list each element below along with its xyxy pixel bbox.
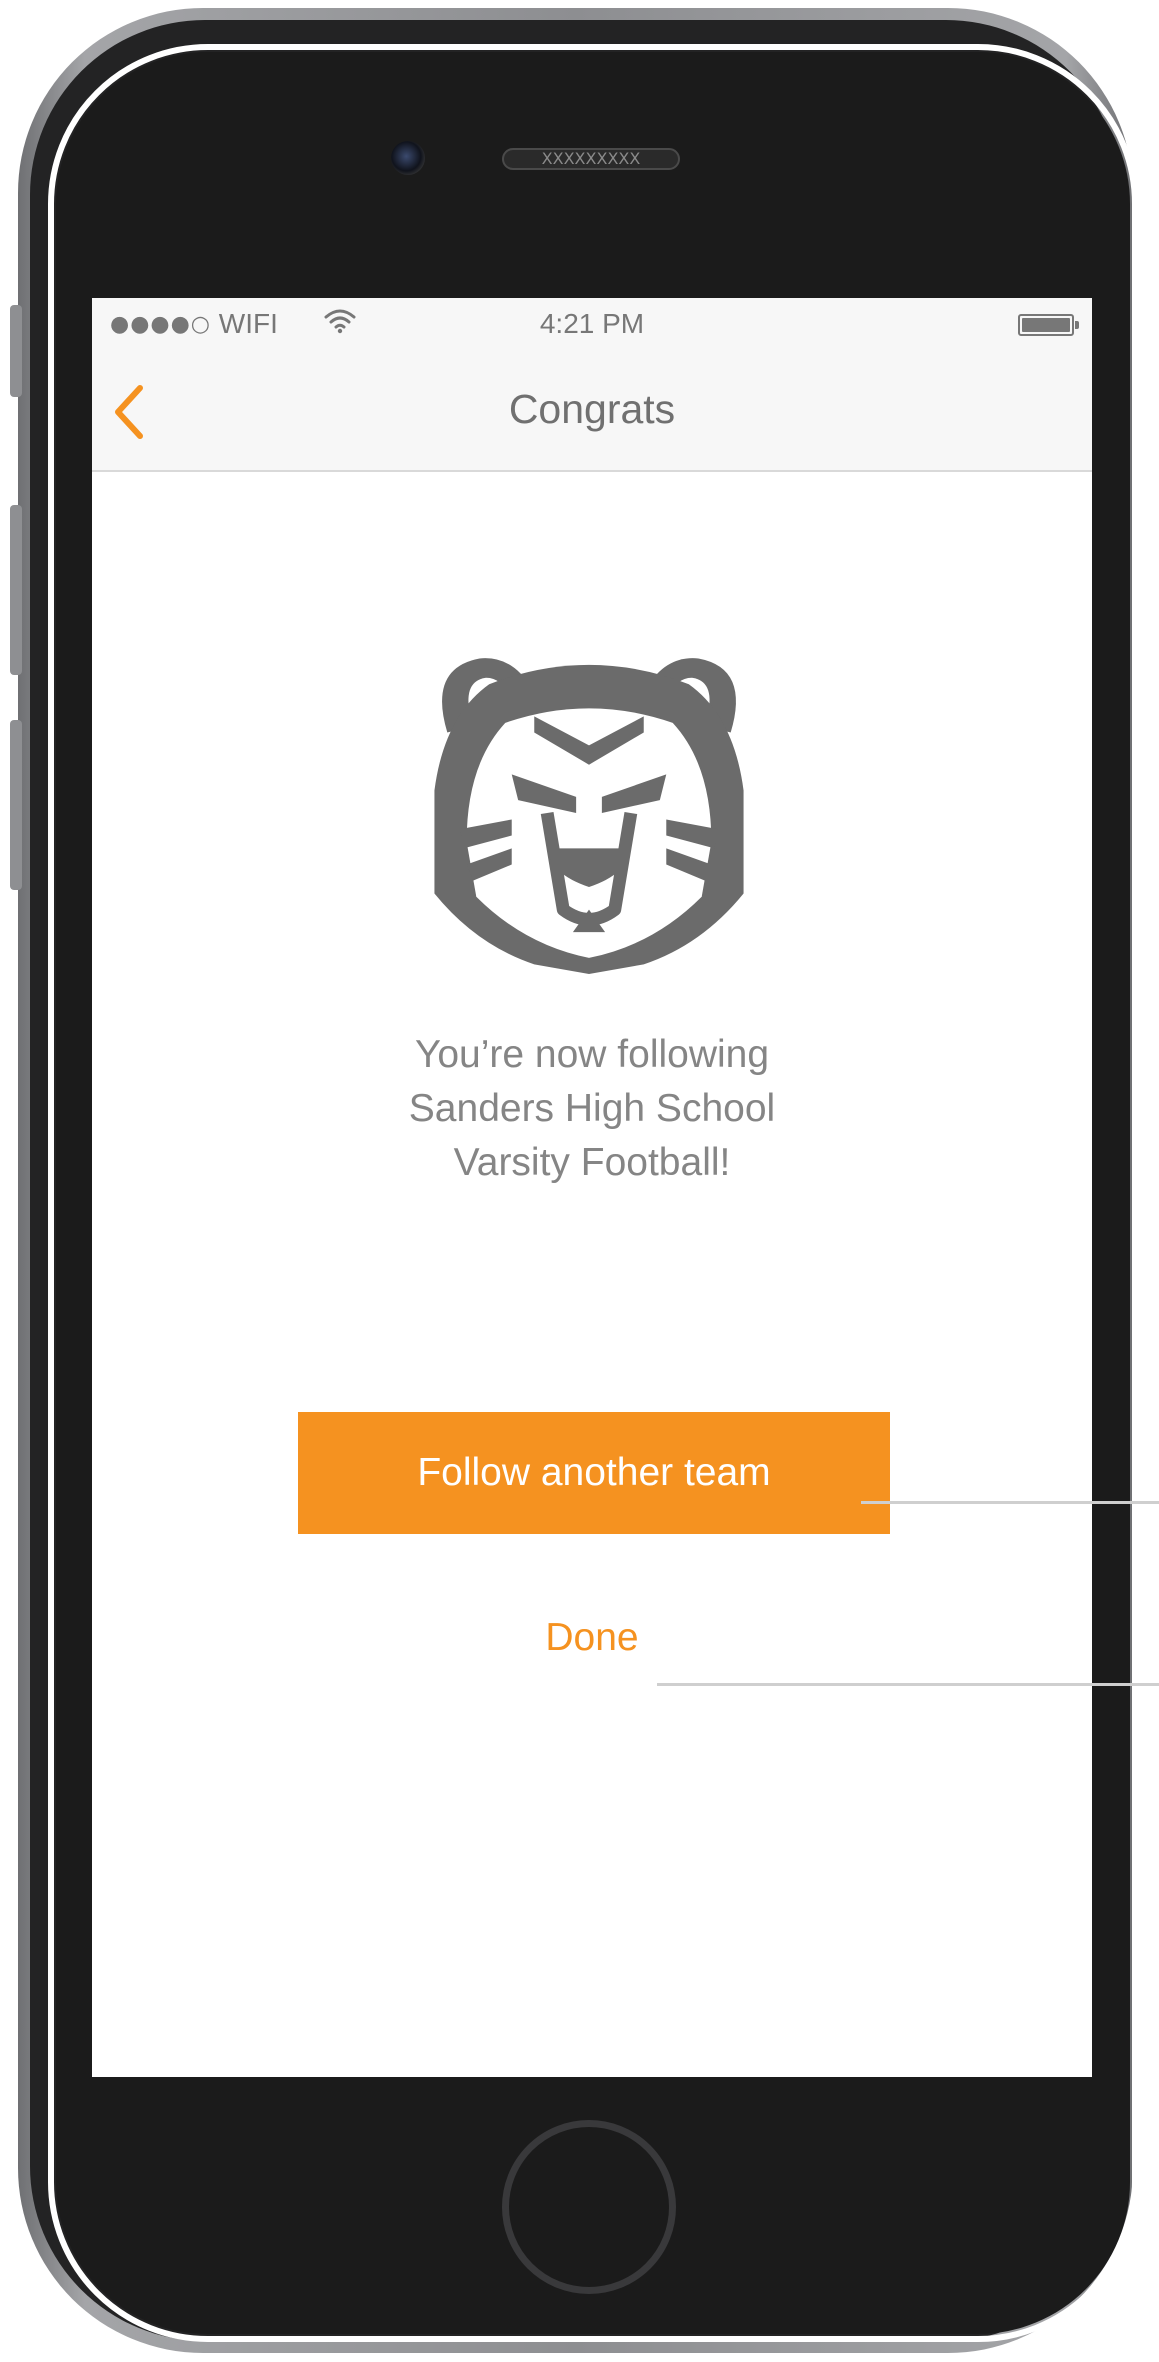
page-title: Congrats <box>508 386 676 432</box>
status-bar: ●●●●○ WIFI 4:21 PM <box>92 298 1092 350</box>
follow-another-team-button[interactable]: Follow another team <box>298 1412 890 1534</box>
volume-down-button <box>10 720 22 890</box>
message-line-1: You’re now following <box>414 1033 770 1076</box>
mute-switch <box>10 305 22 397</box>
volume-up-button <box>10 505 22 675</box>
app-screen: ●●●●○ WIFI 4:21 PM Congrats You’re now f… <box>92 298 1092 2077</box>
front-camera <box>391 141 425 175</box>
status-time: 4:21 PM <box>539 308 645 339</box>
message-line-3: Varsity Football! <box>453 1141 731 1184</box>
battery-icon <box>1018 314 1080 336</box>
callout-line-done-button <box>657 1683 1159 1686</box>
message-line-2: Sanders High School <box>408 1087 776 1130</box>
follow-confirmation-message: You’re now following Sanders High School… <box>242 1028 942 1190</box>
done-button[interactable]: Done <box>492 1610 692 1666</box>
tiger-head-icon <box>434 658 744 974</box>
navigation-header: ●●●●○ WIFI 4:21 PM Congrats <box>92 298 1092 472</box>
callout-line-follow-button <box>861 1501 1159 1504</box>
earpiece-speaker: XXXXXXXXX <box>502 148 680 170</box>
home-button[interactable] <box>502 2120 676 2294</box>
